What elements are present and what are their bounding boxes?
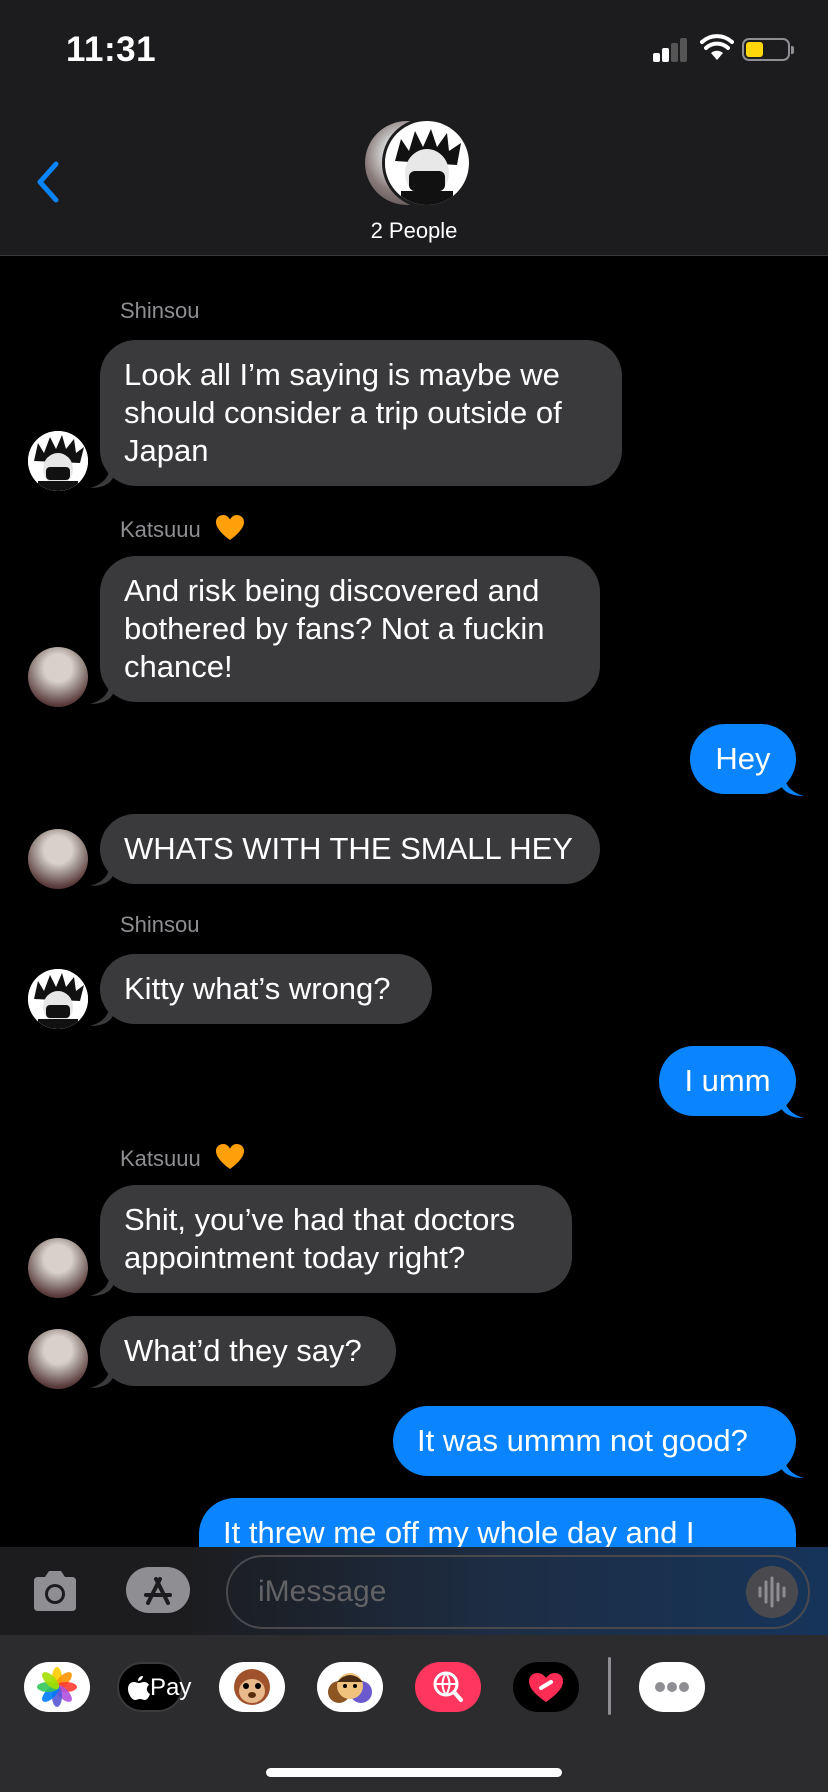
message-bubble[interactable]: Shit, you’ve had that doctors appointmen…: [100, 1185, 572, 1293]
message-bubble-outgoing[interactable]: I umm: [659, 1046, 796, 1116]
avatar-katsuuu[interactable]: [28, 829, 88, 889]
bubble-tail: [90, 680, 116, 704]
sender-name: Shinsou: [120, 298, 200, 323]
message-bubble[interactable]: What’d they say?: [100, 1316, 396, 1386]
sender-name: Shinsou: [120, 912, 200, 937]
imessage-app-drawer: Pay: [0, 1635, 828, 1792]
memoji-icon: [328, 1673, 372, 1703]
bubble-tail: [90, 1364, 116, 1388]
camera-icon[interactable]: [30, 1569, 80, 1613]
more-apps-button[interactable]: [639, 1662, 705, 1712]
cellular-signal-icon: [653, 38, 689, 62]
battery-icon: [742, 38, 794, 61]
sender-name: Katsuuu: [120, 1143, 245, 1172]
avatar-shinsou[interactable]: [28, 969, 88, 1029]
avatar-katsuuu[interactable]: [28, 1238, 88, 1298]
tray-divider: [608, 1657, 611, 1715]
app-store-icon: [144, 1577, 172, 1605]
photos-app-button[interactable]: [24, 1662, 90, 1712]
orange-heart-icon: [215, 1144, 244, 1169]
sender-name: Katsuuu: [120, 514, 245, 543]
imessage-input[interactable]: iMessage: [226, 1555, 810, 1629]
apple-logo-icon: [128, 1676, 150, 1700]
avatar-shinsou[interactable]: [28, 431, 88, 491]
message-bubble-outgoing[interactable]: It was ummm not good?: [393, 1406, 796, 1476]
group-avatar[interactable]: [362, 118, 472, 208]
sender-name-text: Katsuuu: [120, 1146, 201, 1171]
bubble-tail: [778, 772, 804, 796]
group-member-count[interactable]: 2 People: [0, 218, 828, 244]
bubble-tail: [778, 1094, 804, 1118]
bubble-tail: [90, 464, 116, 488]
digital-touch-app-button[interactable]: [513, 1662, 579, 1712]
home-indicator[interactable]: [266, 1768, 562, 1777]
apple-pay-app-button[interactable]: Pay: [117, 1662, 191, 1712]
bubble-tail: [90, 862, 116, 886]
status-time: 11:31: [66, 30, 157, 69]
message-bubble[interactable]: And risk being discovered and bothered b…: [100, 556, 600, 702]
message-bubble[interactable]: Look all I’m saying is maybe we should c…: [100, 340, 622, 486]
message-bubble[interactable]: Kitty what’s wrong?: [100, 954, 432, 1024]
imessage-placeholder: iMessage: [258, 1575, 387, 1608]
animoji-app-button[interactable]: [219, 1662, 285, 1712]
animoji-icon: [234, 1669, 270, 1705]
wifi-icon: [700, 34, 734, 60]
audio-message-button[interactable]: [746, 1566, 798, 1618]
photos-icon: [37, 1667, 77, 1707]
message-bubble[interactable]: WHATS WITH THE SMALL HEY: [100, 814, 600, 884]
globe-search-icon: [433, 1671, 463, 1702]
digital-touch-heart-icon: [529, 1673, 563, 1702]
back-chevron-icon[interactable]: [32, 160, 62, 204]
orange-heart-icon: [215, 515, 244, 540]
more-icon: [655, 1682, 689, 1692]
memoji-app-button[interactable]: [317, 1662, 383, 1712]
bubble-tail: [90, 1002, 116, 1026]
avatar-katsuuu[interactable]: [28, 647, 88, 707]
bubble-tail: [778, 1454, 804, 1478]
avatar-shinsou: [382, 118, 472, 208]
apple-pay-label: Pay: [150, 1674, 192, 1701]
bubble-tail: [90, 1272, 116, 1296]
image-search-app-button[interactable]: [415, 1662, 481, 1712]
sender-name-text: Katsuuu: [120, 517, 201, 542]
avatar-katsuuu[interactable]: [28, 1329, 88, 1389]
waveform-icon: [758, 1576, 786, 1608]
message-input-bar: iMessage: [0, 1547, 828, 1635]
conversation-header: 11:31 2 People: [0, 0, 828, 256]
app-store-button[interactable]: [126, 1567, 190, 1613]
